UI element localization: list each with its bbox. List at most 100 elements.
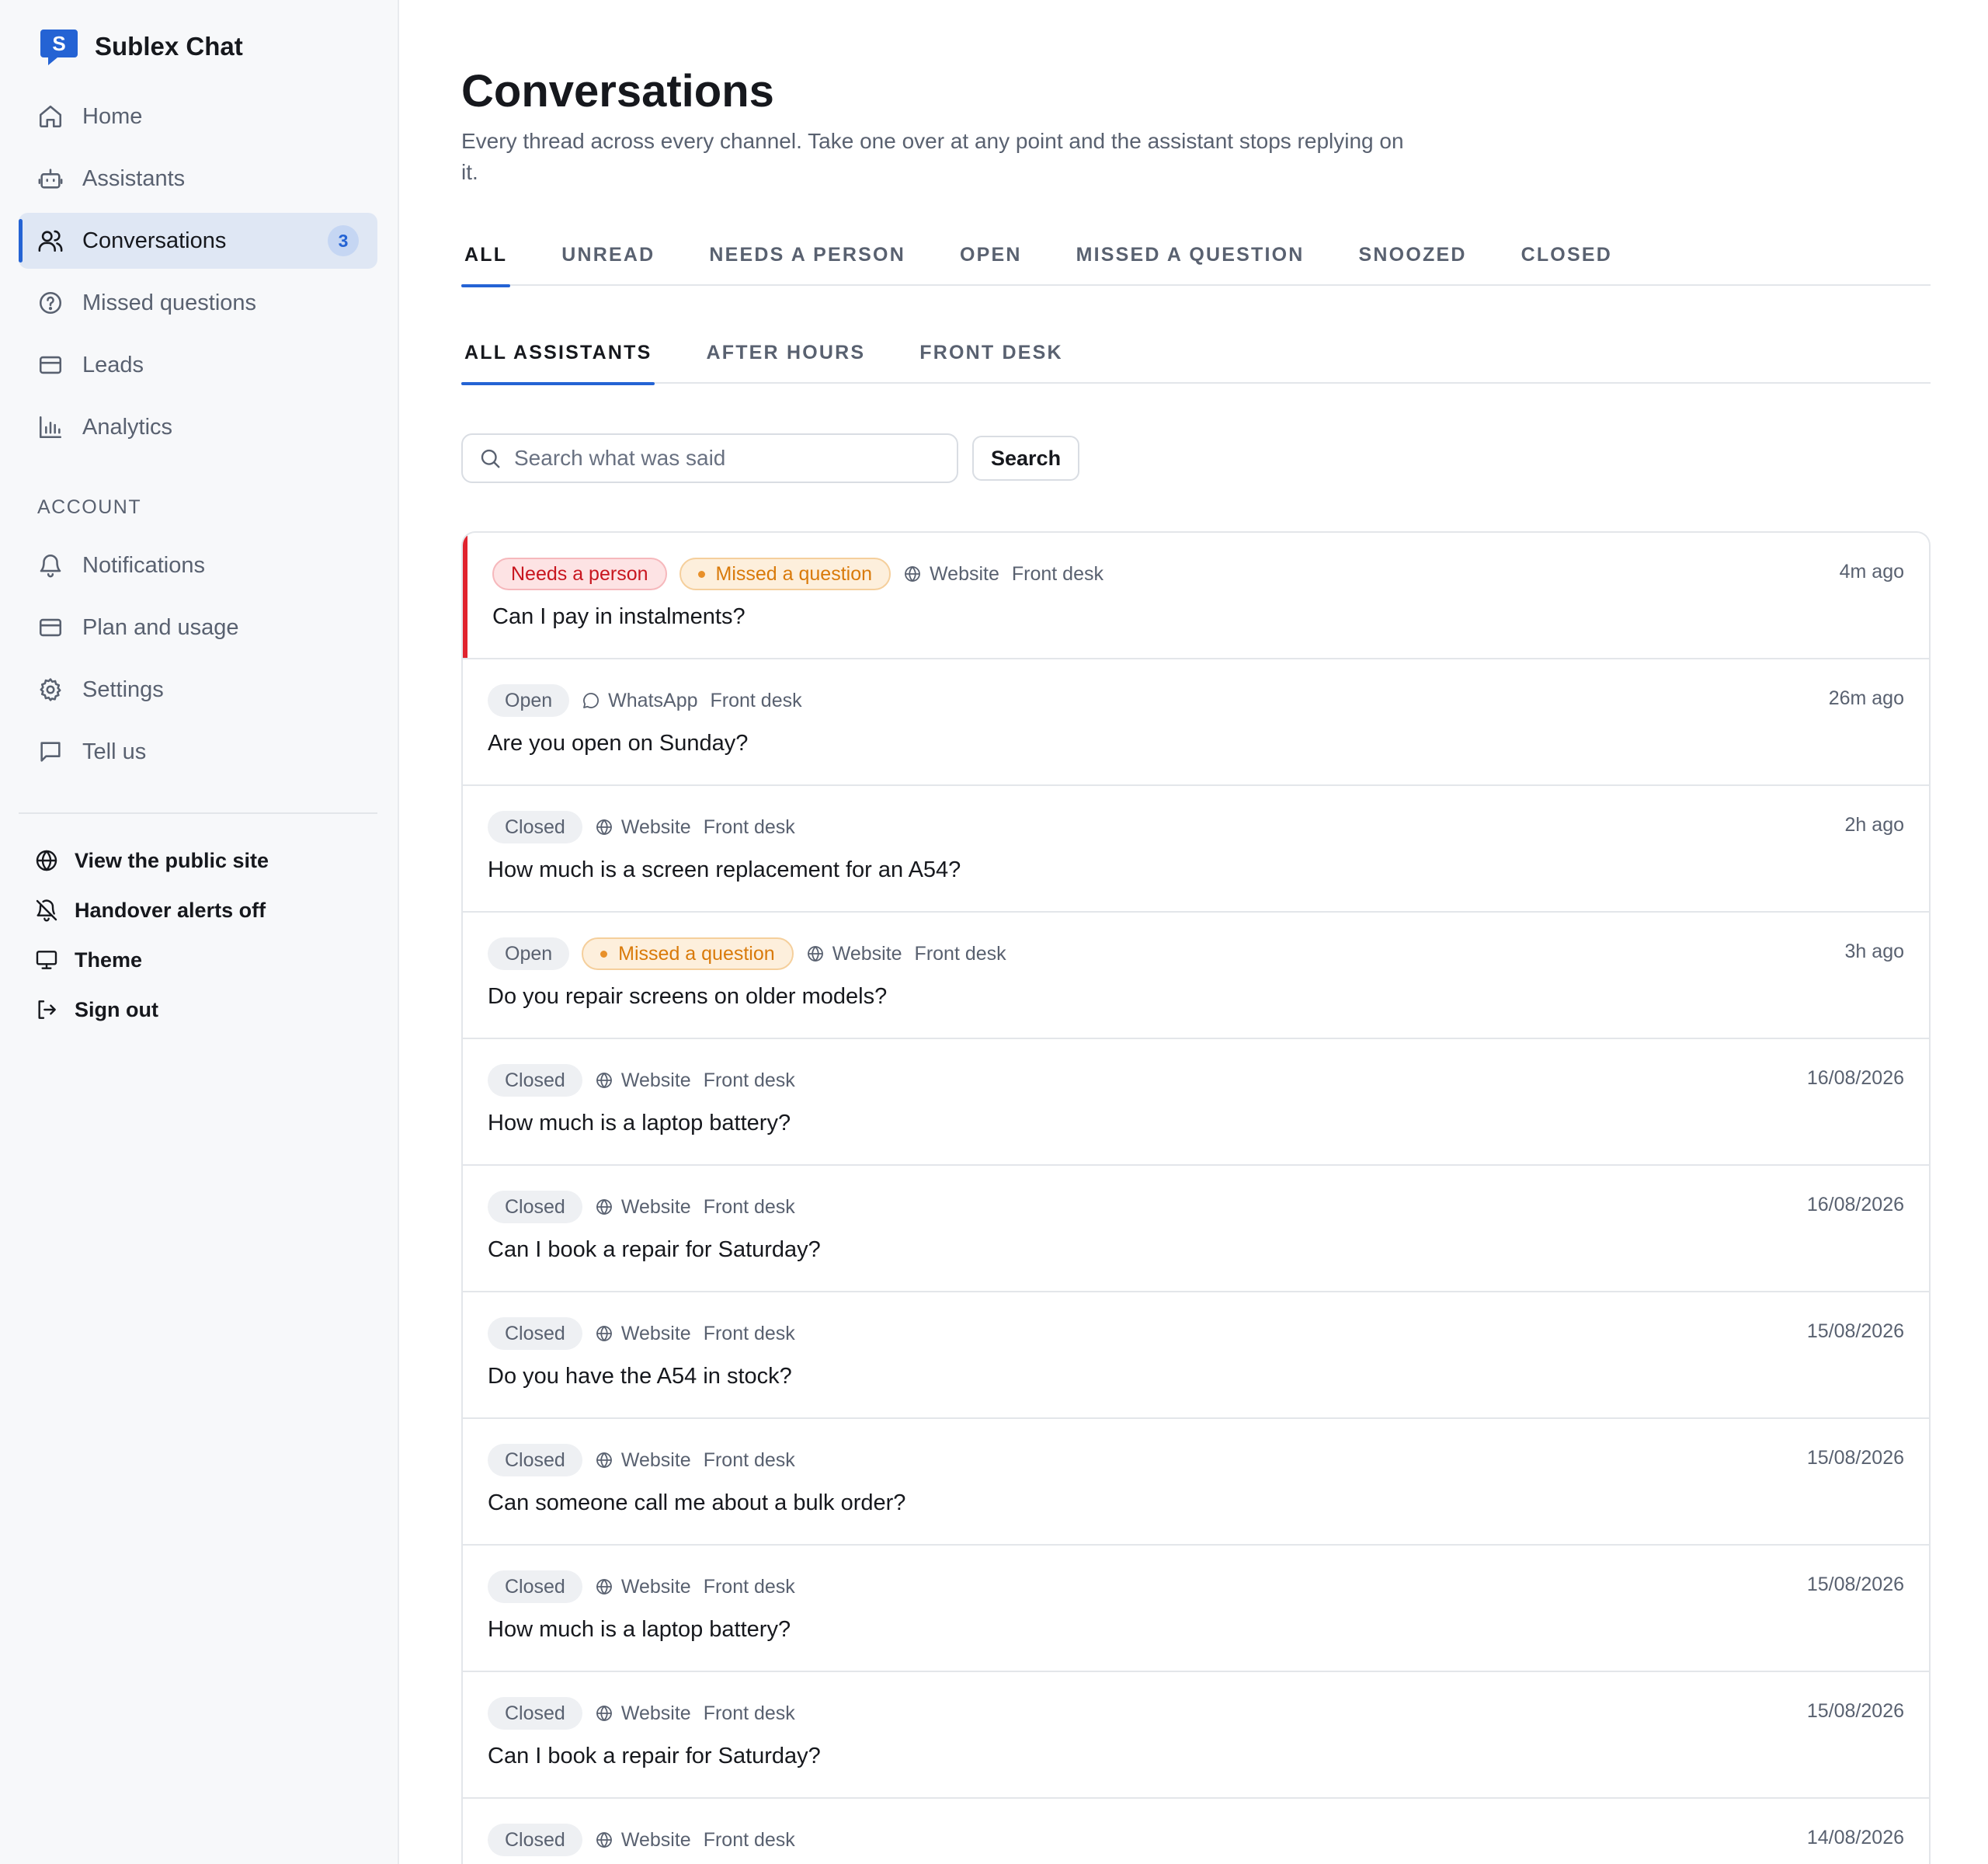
tab-needs-a-person[interactable]: NEEDS A PERSON <box>706 224 909 286</box>
handover-alerts-toggle[interactable]: Handover alerts off <box>34 885 376 935</box>
main-nav: Home Assistants Conversations 3 Missed q… <box>19 89 377 786</box>
conversation-row[interactable]: Closed Website Front desk 14/08/2026 <box>463 1799 1929 1864</box>
sidebar-item-home[interactable]: Home <box>19 89 377 144</box>
sidebar-item-conversations[interactable]: Conversations 3 <box>19 213 377 269</box>
tab-open[interactable]: OPEN <box>957 224 1025 286</box>
assistant-tabs: ALL ASSISTANTS AFTER HOURS FRONT DESK <box>461 322 1931 385</box>
sidebar-item-label: Assistants <box>82 165 186 191</box>
globe-icon <box>595 1451 613 1469</box>
assistant-name: Front desk <box>703 1195 795 1218</box>
conversation-time: 14/08/2026 <box>1806 1827 1904 1848</box>
conversation-question: Are you open on Sunday? <box>488 731 749 756</box>
search-input[interactable] <box>514 436 957 480</box>
assistant-name: Front desk <box>703 1448 795 1471</box>
sidebar-item-label: Home <box>82 103 143 129</box>
conversation-row[interactable]: Closed Website Front desk 2h ago How much is… <box>463 786 1929 913</box>
status-badge: Closed <box>488 1697 582 1730</box>
sidebar-item-label: Conversations <box>82 228 227 253</box>
gear-icon <box>37 676 64 703</box>
sidebar-item-label: Leads <box>82 352 144 377</box>
conversation-row[interactable]: Open Missed a question Website Front desk 3h… <box>463 913 1929 1039</box>
card-icon <box>37 352 64 378</box>
conversation-row[interactable]: Closed Website Front desk 15/08/2026 Do you … <box>463 1292 1929 1419</box>
tab-closed[interactable]: CLOSED <box>1518 224 1615 286</box>
tab-snoozed[interactable]: SNOOZED <box>1356 224 1470 286</box>
assistant-name: Front desk <box>703 1069 795 1091</box>
status-badge: Closed <box>488 1824 582 1856</box>
tab-all[interactable]: ALL <box>461 224 511 287</box>
conversation-meta: Closed Website Front desk <box>488 1570 795 1603</box>
channel-label: Website <box>832 942 902 965</box>
conversation-meta: Closed Website Front desk <box>488 1824 795 1856</box>
missed-question-label: Missed a question <box>618 942 775 965</box>
search-box[interactable] <box>461 433 958 483</box>
view-public-site-link[interactable]: View the public site <box>34 836 376 885</box>
status-badge: Closed <box>488 1317 582 1350</box>
sidebar-item-notifications[interactable]: Notifications <box>19 537 377 593</box>
conversation-row[interactable]: Closed Website Front desk 16/08/2026 How muc… <box>463 1039 1929 1166</box>
help-circle-icon <box>37 290 64 316</box>
globe-icon <box>595 818 613 836</box>
conversation-meta: Closed Website Front desk <box>488 1064 795 1097</box>
sidebar-item-plan-and-usage[interactable]: Plan and usage <box>19 600 377 656</box>
assistant-tab-after-hours[interactable]: AFTER HOURS <box>703 322 868 384</box>
footer-link-label: Theme <box>75 948 143 972</box>
channel-label: Website <box>620 1575 691 1598</box>
conversation-meta: Closed Website Front desk <box>488 1191 795 1223</box>
svg-text:S: S <box>52 32 65 55</box>
conversation-row[interactable]: Closed Website Front desk 15/08/2026 How muc… <box>463 1546 1929 1672</box>
conversation-row[interactable]: Needs a person Missed a question Website Fr… <box>463 533 1929 659</box>
sidebar-footer: View the public site Handover alerts off… <box>34 836 376 1035</box>
status-tabs: ALL UNREAD NEEDS A PERSON OPEN MISSED A QUES… <box>461 224 1931 287</box>
theme-toggle[interactable]: Theme <box>34 935 376 985</box>
missed-question-label: Missed a question <box>715 562 873 585</box>
conversation-row[interactable]: Closed Website Front desk 15/08/2026 Can som… <box>463 1419 1929 1546</box>
bell-icon <box>37 552 64 579</box>
globe-icon <box>34 848 59 873</box>
sidebar-item-tell-us[interactable]: Tell us <box>19 724 377 780</box>
sidebar-item-assistants[interactable]: Assistants <box>19 151 377 207</box>
conversation-question: Can I book a repair for Saturday? <box>488 1237 821 1262</box>
sidebar-item-analytics[interactable]: Analytics <box>19 399 377 455</box>
assistant-tab-all-assistants[interactable]: ALL ASSISTANTS <box>461 322 655 385</box>
conversation-row[interactable]: Closed Website Front desk 15/08/2026 Can I b… <box>463 1672 1929 1799</box>
sidebar-item-missed-questions[interactable]: Missed questions <box>19 275 377 331</box>
conversation-time: 26m ago <box>1828 687 1904 709</box>
conversation-question: Do you repair screens on older models? <box>488 984 888 1009</box>
sidebar-item-label: Missed questions <box>82 290 257 315</box>
conversation-time: 2h ago <box>1844 814 1904 836</box>
conversation-meta: Open Missed a question Website Front desk <box>488 937 1006 970</box>
globe-icon <box>903 565 922 583</box>
assistant-tab-front-desk[interactable]: FRONT DESK <box>916 322 1066 384</box>
conversation-time: 15/08/2026 <box>1806 1447 1904 1469</box>
channel-label: Website <box>620 1828 691 1851</box>
conversation-time: 3h ago <box>1844 941 1904 962</box>
conversation-row[interactable]: Closed Website Front desk 16/08/2026 Can I b… <box>463 1166 1929 1292</box>
channel: Website <box>595 816 691 839</box>
sidebar-item-label: Analytics <box>82 414 173 440</box>
sidebar-item-settings[interactable]: Settings <box>19 662 377 718</box>
conversation-question: Can I book a repair for Saturday? <box>488 1744 821 1768</box>
bell-off-icon <box>34 898 59 923</box>
sign-out-link[interactable]: Sign out <box>34 985 376 1035</box>
conversation-row[interactable]: Open WhatsApp Front desk 26m ago Are you ope… <box>463 659 1929 786</box>
channel: Website <box>806 943 902 965</box>
sidebar-item-leads[interactable]: Leads <box>19 337 377 393</box>
brand[interactable]: S Sublex Chat <box>39 26 243 67</box>
bar-chart-icon <box>37 414 64 440</box>
conversations-count-badge: 3 <box>328 225 359 256</box>
channel: Website <box>595 1576 691 1598</box>
sidebar-divider <box>19 812 377 814</box>
conversation-time: 16/08/2026 <box>1806 1067 1904 1089</box>
conversation-meta: Closed Website Front desk <box>488 1444 795 1476</box>
globe-icon <box>806 944 825 963</box>
app-name: Sublex Chat <box>95 32 243 61</box>
tab-missed-a-question[interactable]: MISSED A QUESTION <box>1073 224 1308 286</box>
globe-icon <box>595 1577 613 1596</box>
tab-unread[interactable]: UNREAD <box>558 224 658 286</box>
footer-link-label: Sign out <box>75 997 158 1021</box>
search-button[interactable]: Search <box>972 436 1080 481</box>
footer-link-label: View the public site <box>75 848 269 872</box>
sidebar: S Sublex Chat Home Assistants Conversati… <box>0 0 399 1864</box>
channel-label: Website <box>620 1448 691 1471</box>
